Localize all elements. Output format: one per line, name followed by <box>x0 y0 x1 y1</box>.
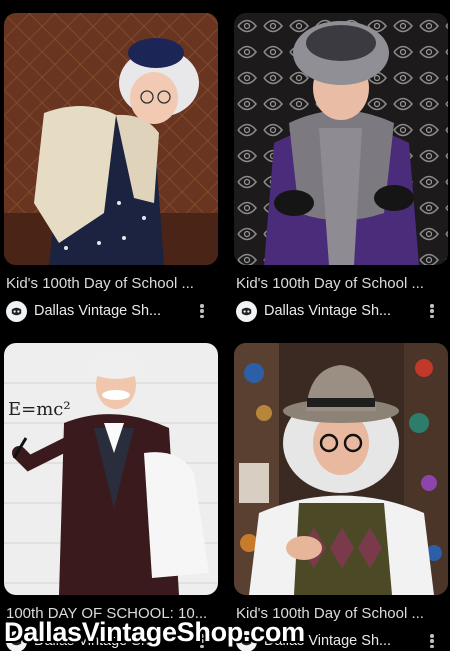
result-source[interactable]: Dallas Vintage Sh... <box>4 630 218 651</box>
source-name: Dallas Vintage Sh... <box>264 303 392 319</box>
result-thumbnail[interactable] <box>234 343 448 595</box>
result-thumbnail[interactable] <box>234 13 448 265</box>
svg-text:E=mc²: E=mc² <box>8 399 71 420</box>
result-title[interactable]: Kid's 100th Day of School ... <box>234 604 448 624</box>
more-vert-icon[interactable] <box>424 302 440 320</box>
image-result-card[interactable]: Kid's 100th Day of School ... Dallas Vin… <box>234 343 448 651</box>
dallas-vintage-shop-logo-icon <box>6 300 27 322</box>
image-results-grid: Kid's 100th Day of School ... Dallas Vin… <box>0 0 450 651</box>
result-title[interactable]: Kid's 100th Day of School ... <box>234 274 448 294</box>
result-source[interactable]: Dallas Vintage Sh... <box>234 630 448 651</box>
source-name: Dallas Vintage Sh... <box>264 633 392 649</box>
result-source[interactable]: Dallas Vintage Sh... <box>4 300 218 322</box>
dallas-vintage-shop-logo-icon <box>236 300 257 322</box>
result-thumbnail[interactable] <box>4 13 218 265</box>
source-name: Dallas Vintage Sh... <box>34 633 162 649</box>
dallas-vintage-shop-logo-icon <box>6 630 27 651</box>
result-title[interactable]: Kid's 100th Day of School ... <box>4 274 218 294</box>
more-vert-icon[interactable] <box>194 302 210 320</box>
image-result-card[interactable]: Kid's 100th Day of School ... Dallas Vin… <box>4 13 218 322</box>
source-name: Dallas Vintage Sh... <box>34 303 162 319</box>
result-thumbnail[interactable]: E=mc² <box>4 343 218 595</box>
more-vert-icon[interactable] <box>424 632 440 650</box>
result-title[interactable]: 100th DAY OF SCHOOL: 10... <box>4 604 218 624</box>
image-result-card[interactable]: Kid's 100th Day of School ... Dallas Vin… <box>234 13 448 322</box>
result-source[interactable]: Dallas Vintage Sh... <box>234 300 448 322</box>
image-result-card[interactable]: E=mc² 100th DAY OF SCHOOL: 10... Dallas … <box>4 343 218 651</box>
dallas-vintage-shop-logo-icon <box>236 630 257 651</box>
more-vert-icon[interactable] <box>194 632 210 650</box>
